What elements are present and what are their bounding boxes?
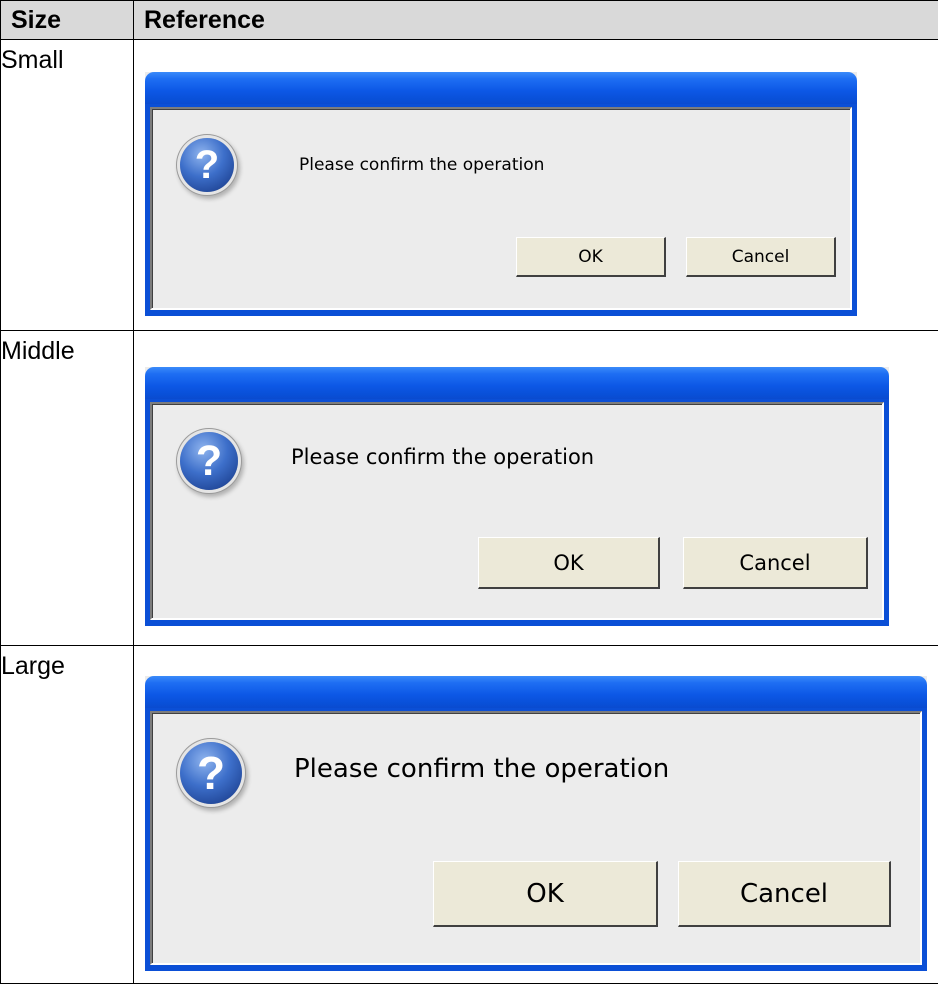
dialog-client-area: ? Please confirm the operation OK Cancel: [150, 107, 852, 310]
dialog-middle: ? Please confirm the operation OK Cancel: [145, 367, 889, 626]
reference-cell-small: ? Please confirm the operation OK Cancel: [133, 39, 938, 331]
dialog-small: ? Please confirm the operation OK Cancel: [145, 72, 857, 316]
dialog-message: Please confirm the operation: [299, 155, 545, 175]
dialog-frame: ? Please confirm the operation OK Cancel: [145, 708, 927, 971]
reference-column-header: Reference: [133, 0, 938, 40]
cancel-button[interactable]: Cancel: [683, 537, 868, 589]
cancel-button[interactable]: Cancel: [686, 237, 836, 277]
size-label-middle: Middle: [0, 330, 134, 646]
size-label-large: Large: [0, 645, 134, 984]
question-icon: ?: [180, 432, 238, 490]
dialog-titlebar[interactable]: [145, 72, 857, 106]
question-icon: ?: [180, 138, 234, 192]
ok-button[interactable]: OK: [433, 861, 658, 927]
size-label-small: Small: [0, 39, 134, 331]
dialog-titlebar[interactable]: [145, 676, 927, 710]
reference-cell-middle: ? Please confirm the operation OK Cancel: [133, 330, 938, 646]
ok-button[interactable]: OK: [516, 237, 666, 277]
ok-button[interactable]: OK: [478, 537, 660, 589]
size-reference-table: Size Reference Small ? Please confirm th…: [0, 0, 938, 984]
dialog-client-area: ? Please confirm the operation OK Cancel: [150, 711, 922, 965]
reference-cell-large: ? Please confirm the operation OK Cancel: [133, 645, 938, 984]
dialog-message: Please confirm the operation: [291, 445, 595, 469]
dialog-titlebar[interactable]: [145, 367, 889, 401]
question-icon: ?: [180, 742, 242, 804]
dialog-client-area: ? Please confirm the operation OK Cancel: [150, 402, 884, 620]
size-column-header: Size: [0, 0, 134, 40]
cancel-button[interactable]: Cancel: [678, 861, 891, 927]
dialog-large: ? Please confirm the operation OK Cancel: [145, 676, 927, 971]
dialog-frame: ? Please confirm the operation OK Cancel: [145, 104, 857, 316]
dialog-frame: ? Please confirm the operation OK Cancel: [145, 399, 889, 626]
dialog-message: Please confirm the operation: [294, 754, 670, 784]
